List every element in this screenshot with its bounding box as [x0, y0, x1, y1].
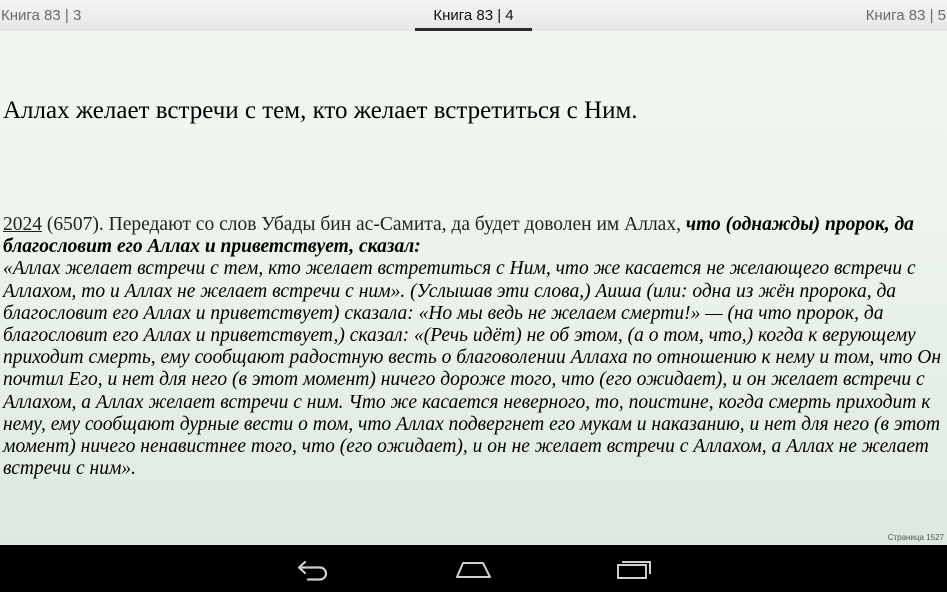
system-navigation-bar: [0, 545, 947, 592]
hadith-number-link[interactable]: 2024: [3, 214, 42, 235]
home-button[interactable]: [454, 557, 494, 581]
recents-button[interactable]: [614, 557, 654, 581]
back-button[interactable]: [294, 557, 334, 581]
hadith-intro: Передают со слов Убады бин ас-Самита, да…: [103, 214, 686, 235]
tab-current[interactable]: Книга 83 | 4: [415, 7, 532, 24]
recents-icon: [617, 561, 651, 579]
tab-next[interactable]: Книга 83 | 5: [866, 7, 946, 24]
hadith-body: «Аллах желает встречи с тем, кто желает …: [3, 258, 942, 480]
reader-content[interactable]: Аллах желает встречи с тем, кто желает в…: [0, 31, 947, 545]
chapter-title: Аллах желает встречи с тем, кто желает в…: [3, 97, 638, 124]
hadith-text: 2024 (6507). Передают со слов Убады бин …: [3, 214, 945, 480]
home-icon: [456, 562, 491, 578]
hadith-reference: (6507).: [42, 214, 104, 235]
tab-bar: Книга 83 | 3 Книга 83 | 4 Книга 83 | 5: [0, 0, 947, 32]
tab-previous[interactable]: Книга 83 | 3: [1, 7, 81, 24]
back-icon: [297, 560, 328, 581]
page-counter: Страница 1527: [887, 533, 944, 542]
